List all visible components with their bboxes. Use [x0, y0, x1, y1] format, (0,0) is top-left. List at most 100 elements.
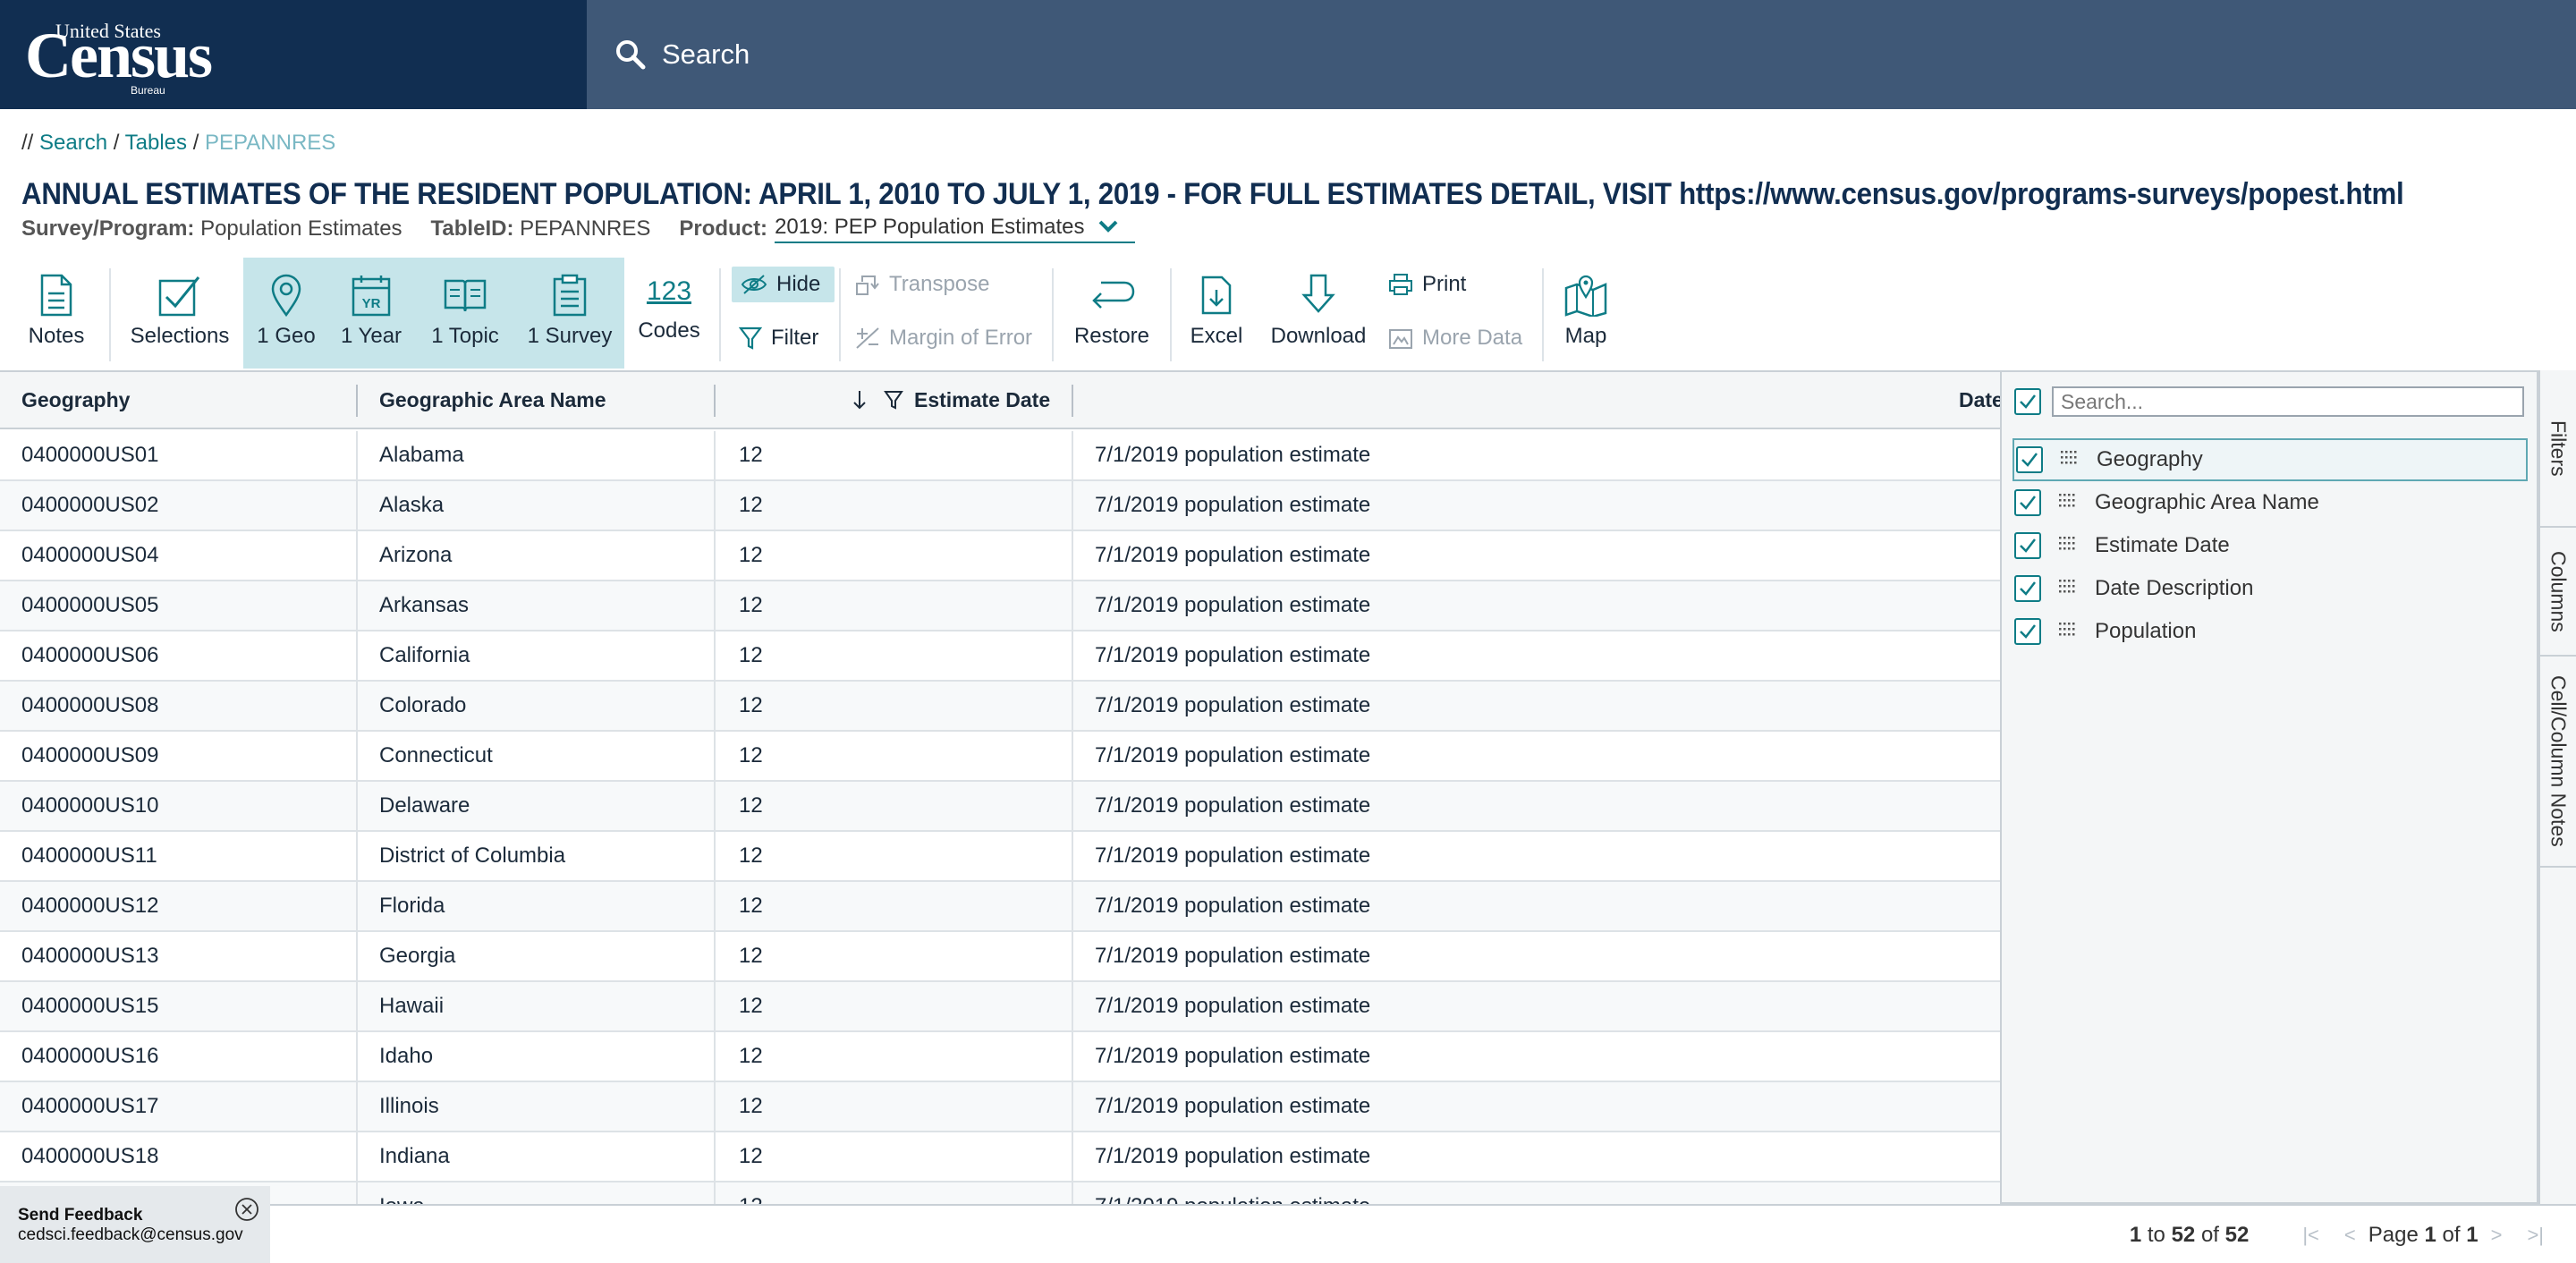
table-row[interactable]: 0400000US10 Delaware 12 7/1/2019 population… — [0, 782, 2002, 832]
cell-divider — [714, 1082, 716, 1131]
cell-date-description: 7/1/2019 population estimate — [1095, 894, 1371, 918]
tab-cell-column-notes[interactable]: Cell/Column Notes — [2540, 657, 2576, 868]
column-header-geographic-area-name[interactable]: Geographic Area Name — [379, 372, 606, 428]
drag-handle-icon[interactable] — [2057, 576, 2077, 601]
cell-divider — [356, 682, 358, 730]
margin-of-error-label: Margin of Error — [889, 326, 1033, 350]
close-icon[interactable] — [234, 1197, 259, 1227]
hide-button[interactable]: Hide — [732, 267, 835, 302]
drag-handle-icon[interactable] — [2059, 447, 2079, 472]
first-page-icon[interactable]: |< — [2302, 1224, 2319, 1247]
cell-date-description: 7/1/2019 population estimate — [1095, 443, 1371, 467]
breadcrumb-sep: / — [113, 131, 120, 155]
product-select[interactable]: 2019: PEP Population Estimates — [775, 215, 1135, 243]
search-bar[interactable]: Search — [587, 0, 2576, 109]
table-row[interactable]: 0400000US12 Florida 12 7/1/2019 population … — [0, 882, 2002, 932]
table-row[interactable]: 0400000US17 Illinois 12 7/1/2019 population… — [0, 1082, 2002, 1132]
column-checkbox[interactable] — [2014, 532, 2041, 559]
table-row[interactable]: 0400000US11 District of Columbia 12 7/1/201… — [0, 832, 2002, 882]
transpose-button[interactable]: Transpose — [855, 272, 990, 297]
table-row[interactable]: Iowa 12 7/1/2019 population estimate — [0, 1182, 2002, 1204]
cell-divider — [356, 782, 358, 830]
selections-button[interactable]: Selections — [125, 258, 234, 369]
next-page-icon[interactable]: > — [2491, 1224, 2503, 1247]
column-toggle-item[interactable]: Geographic Area Name — [2012, 481, 2528, 524]
column-checkbox[interactable] — [2014, 575, 2041, 602]
last-page-icon[interactable]: >| — [2527, 1224, 2544, 1247]
columns-list: Geography Geographic Area Name Estimate Da… — [2012, 438, 2528, 653]
survey-label: 1 Survey — [527, 324, 613, 348]
cell-estimate-date: 12 — [739, 643, 763, 667]
breadcrumb-search[interactable]: Search — [39, 131, 107, 155]
drag-handle-icon[interactable] — [2057, 619, 2077, 644]
more-data-label: More Data — [1422, 326, 1523, 350]
map-button[interactable]: Map — [1556, 258, 1615, 369]
column-resizer[interactable] — [356, 385, 358, 417]
table-row[interactable]: 0400000US06 California 12 7/1/2019 populati… — [0, 632, 2002, 682]
margin-of-error-button[interactable]: Margin of Error — [855, 326, 1032, 351]
survey-button[interactable]: 1 Survey — [522, 258, 617, 369]
restore-button[interactable]: Restore — [1066, 258, 1157, 369]
table-row[interactable]: 0400000US02 Alaska 12 7/1/2019 population e… — [0, 481, 2002, 531]
column-resizer[interactable] — [714, 385, 716, 417]
year-button[interactable]: YR 1 Year — [333, 258, 410, 369]
table-row[interactable]: 0400000US04 Arizona 12 7/1/2019 population … — [0, 531, 2002, 581]
column-header-estimate-date[interactable]: Estimate Date — [852, 372, 1050, 428]
column-checkbox[interactable] — [2014, 618, 2041, 645]
checkbox-icon — [158, 276, 200, 317]
table-row[interactable]: 0400000US09 Connecticut 12 7/1/2019 populat… — [0, 732, 2002, 782]
cell-divider — [1072, 581, 1073, 630]
more-data-button[interactable]: More Data — [1388, 326, 1522, 351]
filter-button[interactable]: Filter — [739, 326, 818, 351]
check-icon — [2020, 538, 2036, 553]
page: United States Census Bureau Search // Se… — [0, 0, 2576, 1263]
select-all-checkbox[interactable] — [2014, 388, 2041, 415]
cell-geography: 0400000US08 — [21, 693, 159, 717]
table-row[interactable]: 0400000US18 Indiana 12 7/1/2019 population … — [0, 1132, 2002, 1182]
codes-button[interactable]: 123 Codes — [631, 258, 707, 369]
table-row[interactable]: 0400000US01 Alabama 12 7/1/2019 population … — [0, 431, 2002, 481]
cell-area-name: Connecticut — [379, 743, 493, 767]
column-header-label: Estimate Date — [914, 387, 1051, 411]
column-header-date-description[interactable]: Date — [1959, 372, 2002, 428]
topic-button[interactable]: 1 Topic — [422, 258, 508, 369]
census-logo[interactable]: United States Census Bureau — [25, 18, 213, 98]
table-row[interactable]: 0400000US13 Georgia 12 7/1/2019 population … — [0, 932, 2002, 982]
tab-filters[interactable]: Filters — [2540, 370, 2576, 528]
column-toggle-item[interactable]: Geography — [2012, 438, 2528, 481]
notes-button[interactable]: Notes — [18, 258, 95, 369]
excel-button[interactable]: Excel — [1184, 258, 1249, 369]
columns-search-input[interactable]: Search... — [2052, 386, 2524, 417]
table-row[interactable]: 0400000US08 Colorado 12 7/1/2019 population… — [0, 682, 2002, 732]
geo-button[interactable]: 1 Geo — [250, 258, 322, 369]
print-label: Print — [1422, 272, 1467, 296]
cell-area-name: California — [379, 643, 470, 667]
cell-area-name: Florida — [379, 894, 445, 918]
cell-divider — [1072, 932, 1073, 980]
breadcrumb-tables[interactable]: Tables — [125, 131, 187, 155]
print-button[interactable]: Print — [1388, 272, 1466, 297]
eye-slash-icon — [741, 275, 767, 294]
cell-divider — [1072, 1182, 1073, 1204]
column-checkbox[interactable] — [2016, 446, 2043, 473]
send-feedback-widget[interactable]: Send Feedback cedsci.feedback@census.gov — [0, 1186, 270, 1263]
table-row[interactable]: 0400000US16 Idaho 12 7/1/2019 population es… — [0, 1032, 2002, 1082]
previous-page-icon[interactable]: < — [2344, 1224, 2356, 1247]
tab-columns[interactable]: Columns — [2540, 528, 2576, 657]
cell-geography: 0400000US11 — [21, 843, 157, 868]
cell-geography: 0400000US01 — [21, 443, 159, 467]
drag-handle-icon[interactable] — [2057, 490, 2077, 515]
column-toggle-item[interactable]: Population — [2012, 610, 2528, 653]
database-icon — [1389, 329, 1412, 349]
download-button[interactable]: Download — [1265, 258, 1372, 369]
drag-handle-icon[interactable] — [2057, 533, 2077, 558]
column-toggle-item[interactable]: Date Description — [2012, 567, 2528, 610]
column-resizer[interactable] — [1072, 385, 1073, 417]
cell-area-name: Arkansas — [379, 593, 470, 617]
geo-label: 1 Geo — [257, 324, 316, 348]
column-header-geography[interactable]: Geography — [21, 372, 130, 428]
column-checkbox[interactable] — [2014, 489, 2041, 516]
table-row[interactable]: 0400000US05 Arkansas 12 7/1/2019 population… — [0, 581, 2002, 632]
table-row[interactable]: 0400000US15 Hawaii 12 7/1/2019 population e… — [0, 982, 2002, 1032]
column-toggle-item[interactable]: Estimate Date — [2012, 524, 2528, 567]
